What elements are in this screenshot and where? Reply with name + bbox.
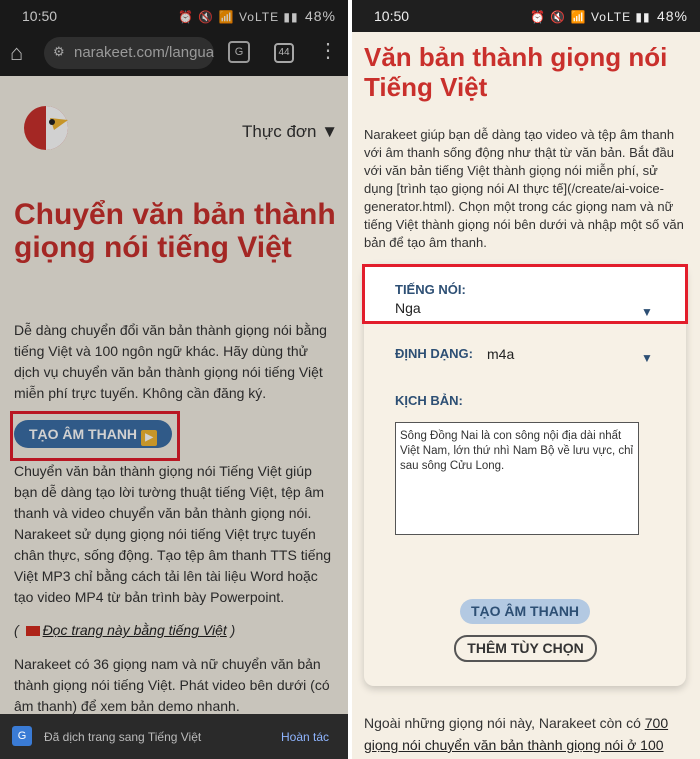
translate-message: Đã dịch trang sang Tiếng Việt [44,730,202,744]
voice-label: TIẾNG NÓI: [395,282,466,297]
play-icon: ▶ [141,430,158,446]
status-time: 10:50 [374,8,410,24]
read-link[interactable]: Đọc trang này bằng tiếng Việt [43,622,227,638]
site-settings-icon[interactable]: ⚙ [53,44,65,60]
voice-value[interactable]: Nga [395,300,421,316]
status-time: 10:50 [22,8,58,24]
chevron-down-icon: ▼ [321,122,339,141]
dropdown-arrow-icon[interactable]: ▼ [641,351,653,365]
narakeet-logo-icon[interactable] [22,104,70,152]
status-icons: ⏰ 🔇 📶 VoLTE ▮▮ 48% [530,8,688,24]
format-value[interactable]: m4a [487,346,514,362]
script-label: KỊCH BẢN: [395,393,463,408]
format-label: ĐỊNH DẠNG: [395,346,473,361]
home-icon[interactable]: ⌂ [10,40,34,65]
translate-bar: G Đã dịch trang sang Tiếng Việt Hoàn tác [0,714,348,759]
body-paragraph: Chuyển văn bản thành giọng nói Tiếng Việ… [14,463,332,605]
more-options-button[interactable]: THÊM TÙY CHỌN [454,635,597,662]
vietnam-flag-icon [25,626,40,636]
status-bar: 10:50 ⏰ 🔇 📶 VoLTE ▮▮ 48% [352,0,700,32]
undo-translate-button[interactable]: Hoàn tác [281,730,329,744]
more-menu-icon[interactable]: ⋮ [318,40,338,62]
url-field[interactable]: ⚙ narakeet.com/languag [44,37,214,69]
status-icons: ⏰ 🔇 📶 VoLTE ▮▮ 48% [178,8,336,24]
url-text: narakeet.com/languag [74,44,214,61]
tabs-count-button[interactable]: 44 [274,43,294,63]
browser-toolbar: ⌂ ⚙ narakeet.com/languag G 44 ⋮ [0,32,348,76]
intro-paragraph: Dễ dàng chuyển đổi văn bản thành giọng n… [14,322,327,401]
script-textarea[interactable]: Sông Đồng Nai là con sông nội địa dài nh… [395,422,639,535]
page-title: Chuyển văn bản thành giọng nói tiếng Việ… [14,198,336,264]
footer-paragraph: Ngoài những giọng nói này, Narakeet còn … [364,715,669,753]
read-in-vietnamese: ( Đọc trang này bằng tiếng Việt ) [14,622,236,638]
translate-icon[interactable]: G [228,41,250,63]
voices-paragraph: Narakeet có 36 giọng nam và nữ chuyển vă… [14,656,330,714]
status-bar: 10:50 ⏰ 🔇 📶 VoLTE ▮▮ 48% [0,0,348,32]
site-menu-link[interactable]: Thực đơn ▼ [242,122,338,142]
create-audio-submit-button[interactable]: TẠO ÂM THANH [460,599,590,624]
tts-intro: Narakeet giúp bạn dễ dàng tạo video và t… [364,127,684,250]
left-screen: 10:50 ⏰ 🔇 📶 VoLTE ▮▮ 48% ⌂ ⚙ narakeet.co… [0,0,348,759]
create-audio-button[interactable]: TẠO ÂM THANH ▶ [14,420,172,448]
google-translate-icon: G [12,726,32,746]
tts-title: Văn bản thành giọng nói Tiếng Việt [364,42,668,102]
dropdown-arrow-icon[interactable]: ▼ [641,305,653,319]
